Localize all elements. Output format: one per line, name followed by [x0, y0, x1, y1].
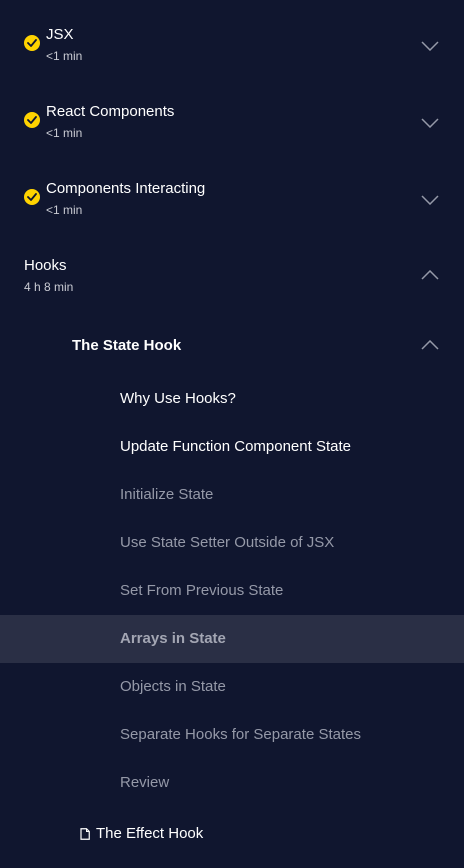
document-icon	[80, 828, 90, 840]
lesson-item-separate-hooks-for-separate-states[interactable]: Separate Hooks for Separate States	[0, 711, 464, 759]
lesson-item-label: Why Use Hooks?	[120, 390, 236, 407]
lesson-item-why-use-hooks[interactable]: Why Use Hooks?	[0, 375, 464, 423]
check-circle-icon	[24, 189, 40, 205]
lesson-item-use-state-setter-outside-of-jsx[interactable]: Use State Setter Outside of JSX	[0, 519, 464, 567]
module-title: Components Interacting	[46, 180, 206, 197]
lesson-item-initialize-state[interactable]: Initialize State	[0, 471, 464, 519]
lesson-item-label: Separate Hooks for Separate States	[120, 726, 361, 743]
module-duration: 4 h 8 min	[24, 280, 74, 294]
module-components-interacting[interactable]: Components Interacting <1 min	[0, 178, 464, 228]
lesson-item-objects-in-state[interactable]: Objects in State	[0, 663, 464, 711]
module-react-components[interactable]: React Components <1 min	[0, 101, 464, 151]
module-title: Hooks	[24, 257, 67, 274]
module-title: React Components	[46, 103, 175, 120]
check-circle-icon	[24, 112, 40, 128]
chevron-up-icon[interactable]	[421, 340, 439, 350]
chevron-down-icon[interactable]	[421, 195, 439, 205]
module-title: JSX	[46, 26, 74, 43]
lesson-item-label: Objects in State	[120, 678, 226, 695]
chevron-up-icon[interactable]	[421, 270, 439, 280]
lesson-item-set-from-previous-state[interactable]: Set From Previous State	[0, 567, 464, 615]
module-hooks[interactable]: Hooks 4 h 8 min	[0, 255, 464, 305]
lesson-item-label: Set From Previous State	[120, 582, 284, 599]
lesson-item-label: Use State Setter Outside of JSX	[120, 534, 335, 551]
check-circle-icon	[24, 35, 40, 51]
module-jsx[interactable]: JSX <1 min	[0, 24, 464, 74]
module-duration: <1 min	[46, 49, 83, 63]
chevron-down-icon[interactable]	[421, 118, 439, 128]
lesson-item-review[interactable]: Review	[0, 759, 464, 807]
lesson-item-label: Update Function Component State	[120, 438, 351, 455]
lesson-item-label: Arrays in State	[120, 630, 226, 647]
lesson-item-label: Review	[120, 774, 170, 791]
lesson-item-arrays-in-state[interactable]: Arrays in State	[0, 615, 464, 663]
chevron-down-icon[interactable]	[421, 41, 439, 51]
lesson-item-label: Initialize State	[120, 486, 214, 503]
module-duration: <1 min	[46, 203, 83, 217]
module-duration: <1 min	[46, 126, 83, 140]
lesson-title: The State Hook	[72, 337, 182, 354]
lesson-the-effect-hook[interactable]: The Effect Hook	[78, 825, 458, 845]
lesson-title: The Effect Hook	[96, 825, 204, 842]
lesson-item-update-function-component-state[interactable]: Update Function Component State	[0, 423, 464, 471]
